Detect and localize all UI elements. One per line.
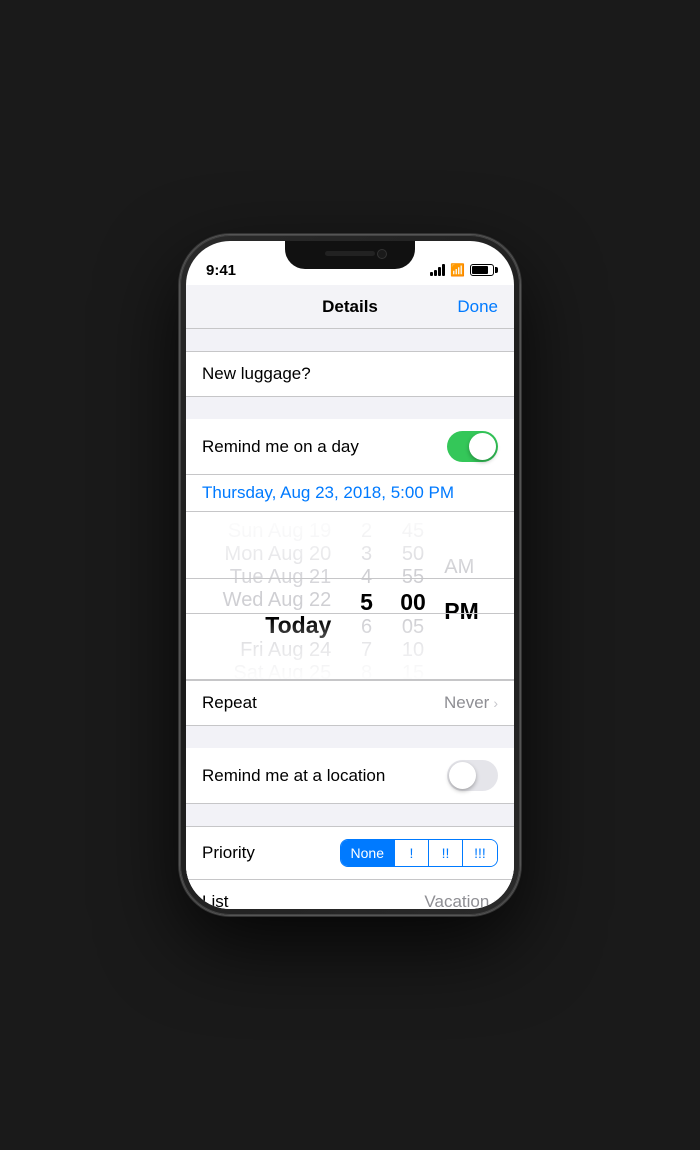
repeat-label: Repeat bbox=[202, 693, 257, 713]
done-button[interactable]: Done bbox=[457, 297, 498, 317]
remind-day-cell[interactable]: Remind me on a day bbox=[186, 419, 514, 475]
picker-date-item: Fri Aug 24 bbox=[240, 639, 331, 662]
picker-hour-item: 3 bbox=[361, 543, 372, 566]
list-cell[interactable]: List Vacation › bbox=[186, 880, 514, 909]
picker-minute-item: 05 bbox=[402, 616, 424, 639]
picker-minute-item: 45 bbox=[402, 520, 424, 543]
section-spacer-4 bbox=[186, 804, 514, 826]
camera bbox=[377, 249, 387, 259]
priority-low-button[interactable]: ! bbox=[395, 840, 429, 866]
remind-location-cell[interactable]: Remind me at a location bbox=[186, 748, 514, 804]
nav-bar: Details Done bbox=[186, 285, 514, 329]
priority-cell: Priority None ! !! !!! bbox=[186, 826, 514, 880]
toggle-knob-location bbox=[449, 762, 476, 789]
speaker bbox=[325, 251, 375, 256]
picker-minute-item: 50 bbox=[402, 543, 424, 566]
picker-date-item: Wed Aug 22 bbox=[223, 589, 332, 612]
repeat-cell[interactable]: Repeat Never › bbox=[186, 680, 514, 726]
section-spacer-2 bbox=[186, 397, 514, 419]
toggle-knob bbox=[469, 433, 496, 460]
picker-hour-item: 6 bbox=[361, 616, 372, 639]
picker-hour-item: 7 bbox=[361, 639, 372, 662]
picker-minute-item: 15 bbox=[402, 662, 424, 680]
remind-day-toggle[interactable] bbox=[447, 431, 498, 462]
picker-date-column[interactable]: Sun Aug 19 Mon Aug 20 Tue Aug 21 Wed Aug… bbox=[186, 512, 343, 679]
priority-segment[interactable]: None ! !! !!! bbox=[340, 839, 498, 867]
priority-label: Priority bbox=[202, 843, 255, 863]
list-value: Vacation bbox=[424, 892, 489, 909]
priority-medium-button[interactable]: !! bbox=[429, 840, 463, 866]
phone-frame: 9:41 📶 Details Done bbox=[180, 235, 520, 915]
picker-date-selected: Today bbox=[265, 612, 331, 639]
picker-minute-column[interactable]: 45 50 55 00 05 10 15 bbox=[390, 512, 436, 679]
picker-date-item: Sat Aug 25 bbox=[233, 662, 331, 680]
notch bbox=[285, 241, 415, 269]
picker-ampm-column[interactable]: AM PM bbox=[436, 512, 514, 679]
picker-ampm-selected: PM bbox=[444, 598, 479, 625]
picker-hour-item: 4 bbox=[361, 566, 372, 589]
chevron-right-icon: › bbox=[493, 695, 498, 711]
task-title: New luggage? bbox=[202, 364, 311, 383]
chevron-right-icon-list: › bbox=[493, 894, 498, 909]
remind-day-label: Remind me on a day bbox=[202, 437, 359, 457]
status-time: 9:41 bbox=[206, 262, 236, 279]
repeat-value-group: Never › bbox=[444, 693, 498, 713]
priority-high-button[interactable]: !!! bbox=[463, 840, 497, 866]
phone-screen: 9:41 📶 Details Done bbox=[186, 241, 514, 909]
task-title-cell[interactable]: New luggage? bbox=[186, 351, 514, 397]
status-icons: 📶 bbox=[430, 263, 494, 277]
remind-location-label: Remind me at a location bbox=[202, 766, 385, 786]
picker-date-item: Tue Aug 21 bbox=[230, 566, 332, 589]
signal-icon bbox=[430, 264, 445, 276]
priority-none-button[interactable]: None bbox=[341, 840, 395, 866]
section-spacer-1 bbox=[186, 329, 514, 351]
list-value-group: Vacation › bbox=[424, 892, 498, 909]
picker-hour-selected: 5 bbox=[360, 589, 373, 616]
repeat-value: Never bbox=[444, 693, 489, 713]
battery-icon bbox=[470, 264, 494, 276]
picker-hour-item: 8 bbox=[361, 662, 372, 680]
wifi-icon: 📶 bbox=[450, 263, 465, 277]
picker-date-item: Sun Aug 19 bbox=[228, 520, 331, 543]
selected-date-cell[interactable]: Thursday, Aug 23, 2018, 5:00 PM bbox=[186, 475, 514, 512]
picker-date-item: Mon Aug 20 bbox=[225, 543, 332, 566]
picker-ampm-item: AM bbox=[444, 556, 474, 579]
nav-title: Details bbox=[322, 297, 378, 317]
selected-date-text: Thursday, Aug 23, 2018, 5:00 PM bbox=[202, 483, 454, 502]
remind-location-toggle[interactable] bbox=[447, 760, 498, 791]
section-spacer-3 bbox=[186, 726, 514, 748]
picker-hour-column[interactable]: 2 3 4 5 6 7 8 bbox=[343, 512, 389, 679]
picker-minute-item: 55 bbox=[402, 566, 424, 589]
picker-minute-item: 10 bbox=[402, 639, 424, 662]
screen-content: Details Done New luggage? Remind me on a… bbox=[186, 285, 514, 909]
picker-hour-item: 2 bbox=[361, 520, 372, 543]
picker-minute-selected: 00 bbox=[400, 589, 426, 616]
date-time-picker[interactable]: Sun Aug 19 Mon Aug 20 Tue Aug 21 Wed Aug… bbox=[186, 512, 514, 680]
list-label: List bbox=[202, 892, 228, 909]
